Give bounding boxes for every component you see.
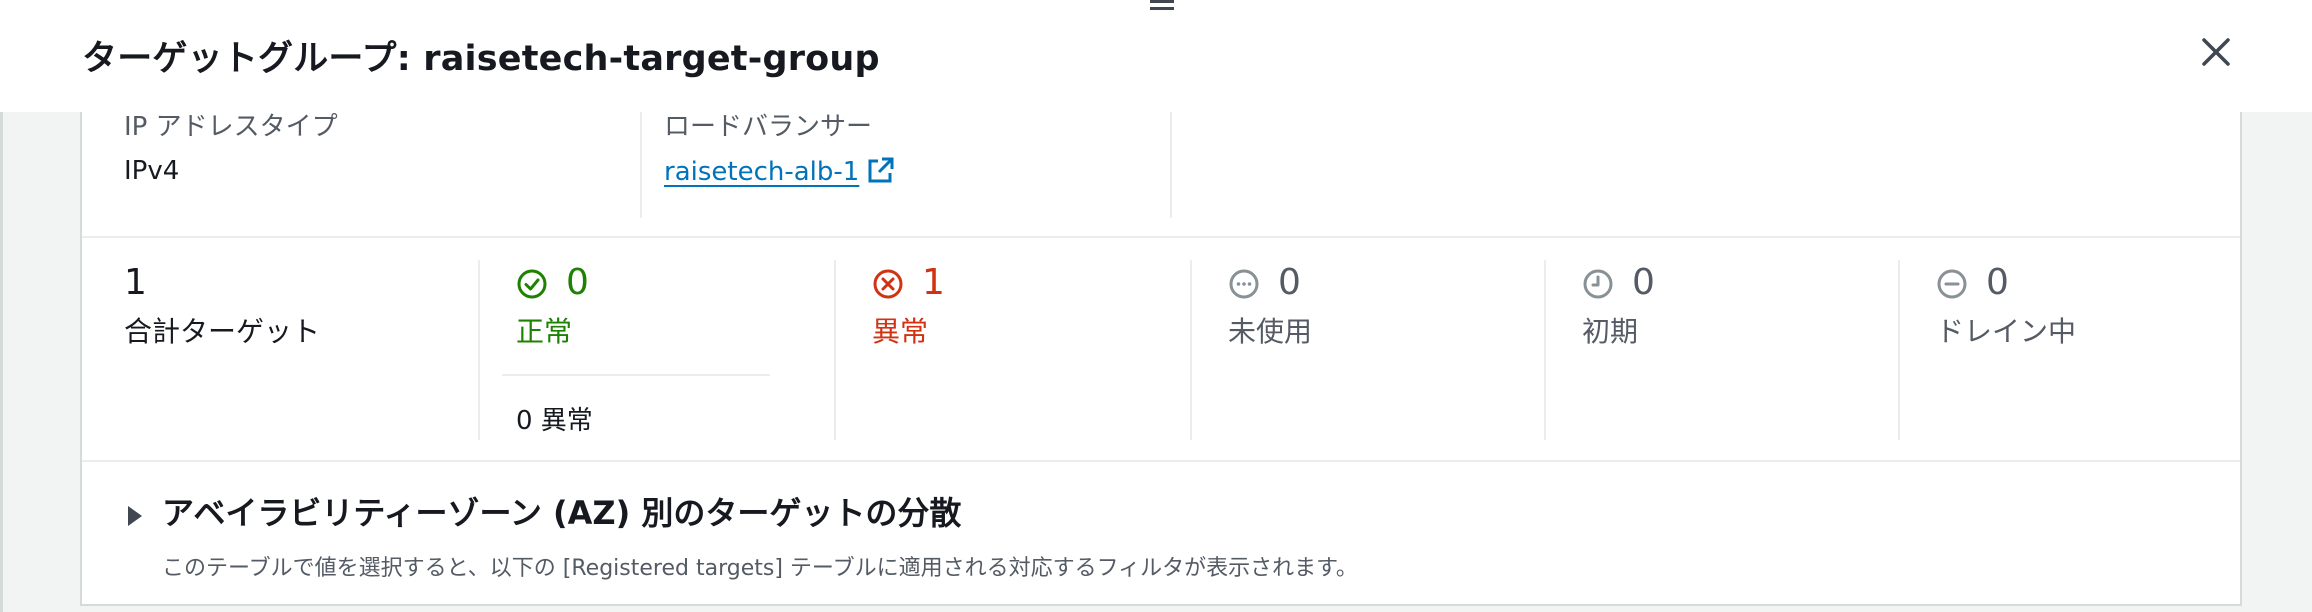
x-circle-icon	[873, 269, 903, 299]
page-title: ターゲットグループ: raisetech-target-group	[82, 39, 880, 79]
healthy-anomaly-count: 0 異常	[516, 406, 593, 436]
column-divider	[1898, 260, 1900, 440]
healthy-sub-divider	[502, 374, 770, 376]
section-divider	[82, 236, 2240, 238]
unhealthy-count[interactable]: 1	[922, 262, 945, 303]
total-targets-label: 合計ターゲット	[124, 315, 321, 348]
modal-header: ターゲットグループ: raisetech-target-group	[0, 0, 2312, 112]
initial-label: 初期	[1582, 315, 1639, 348]
draining-label: ドレイン中	[1936, 315, 2077, 348]
clock-icon	[1583, 269, 1613, 299]
total-targets-count: 1	[124, 262, 147, 303]
ip-address-type-label: IP アドレスタイプ	[124, 112, 338, 142]
unused-label: 未使用	[1228, 315, 1313, 348]
ellipsis-circle-icon	[1229, 269, 1259, 299]
healthy-count[interactable]: 0	[566, 262, 589, 303]
target-group-details-panel: IP アドレスタイプ IPv4 ロードバランサー raisetech-alb-1…	[80, 112, 2242, 606]
unhealthy-label: 異常	[872, 315, 929, 348]
az-distribution-title[interactable]: アベイラビリティーゾーン (AZ) 別のターゲットの分散	[162, 488, 961, 534]
az-distribution-description: このテーブルで値を選択すると、以下の [Registered targets] …	[162, 556, 1358, 581]
column-divider	[478, 260, 480, 440]
external-link-icon[interactable]	[865, 156, 895, 186]
ip-address-type-value: IPv4	[124, 156, 180, 186]
close-button[interactable]	[2196, 32, 2236, 72]
target-group-page: ターゲットグループ: raisetech-target-group IP アドレ…	[0, 0, 2312, 612]
drag-handle-icon[interactable]	[1150, 0, 1174, 18]
minus-circle-icon	[1937, 269, 1967, 299]
column-divider	[1170, 112, 1172, 218]
draining-count[interactable]: 0	[1986, 262, 2009, 303]
caret-right-icon[interactable]	[128, 506, 142, 526]
initial-count[interactable]: 0	[1632, 262, 1655, 303]
load-balancer-link[interactable]: raisetech-alb-1	[664, 157, 859, 187]
load-balancer-value: raisetech-alb-1	[664, 156, 895, 187]
healthy-label: 正常	[516, 315, 573, 348]
check-circle-icon	[517, 269, 547, 299]
column-divider	[1190, 260, 1192, 440]
unused-count[interactable]: 0	[1278, 262, 1301, 303]
load-balancer-label: ロードバランサー	[664, 112, 873, 142]
column-divider	[640, 112, 642, 218]
column-divider	[834, 260, 836, 440]
column-divider	[1544, 260, 1546, 440]
az-distribution-expander[interactable]: アベイラビリティーゾーン (AZ) 別のターゲットの分散 このテーブルで値を選択…	[82, 462, 2240, 602]
close-icon	[2202, 38, 2230, 66]
